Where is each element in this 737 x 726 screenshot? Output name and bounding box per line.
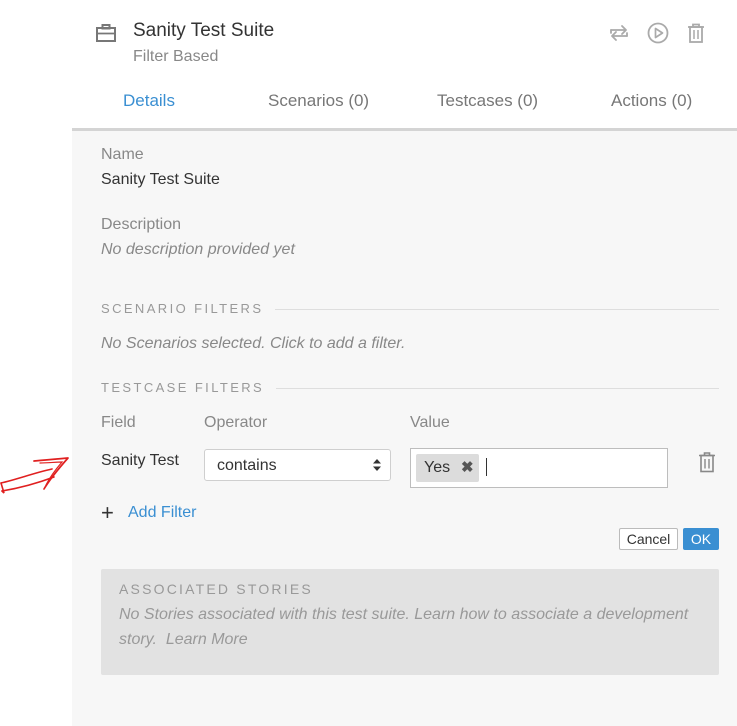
filter-field: Sanity Test (101, 452, 179, 469)
ok-button[interactable]: OK (683, 528, 719, 550)
value-tag-label: Yes (424, 459, 451, 476)
play-icon[interactable] (646, 21, 670, 45)
add-filter-button[interactable]: + Add Filter (101, 502, 211, 524)
column-operator: Operator (204, 414, 268, 431)
operator-select[interactable]: contains (204, 449, 391, 481)
column-value: Value (410, 414, 450, 431)
learn-more-link[interactable]: Learn More (166, 631, 248, 648)
text-caret (486, 458, 487, 476)
sync-icon[interactable] (607, 21, 631, 45)
associated-stories-box: ASSOCIATED STORIES No Stories associated… (101, 569, 719, 675)
operator-value: contains (217, 457, 277, 474)
suite-title: Sanity Test Suite (133, 20, 275, 41)
trash-icon[interactable] (684, 21, 708, 45)
tab-scenarios[interactable]: Scenarios (0) (268, 91, 369, 111)
scenario-filters-empty[interactable]: No Scenarios selected. Click to add a fi… (101, 335, 405, 353)
testcase-filters-heading: TESTCASE FILTERS (101, 380, 277, 395)
associated-stories-heading: ASSOCIATED STORIES (119, 581, 313, 597)
tab-actions[interactable]: Actions (0) (611, 91, 692, 111)
associated-stories-text: No Stories associated with this test sui… (119, 602, 709, 652)
scenario-filters-heading: SCENARIO FILTERS (101, 301, 276, 316)
delete-filter-icon[interactable] (697, 451, 717, 473)
description-value: No description provided yet (101, 241, 295, 258)
value-tag-input[interactable]: Yes ✖ (410, 448, 668, 488)
tab-testcases[interactable]: Testcases (0) (437, 91, 538, 111)
cancel-button[interactable]: Cancel (619, 528, 678, 550)
updown-arrows-icon (373, 459, 381, 471)
tab-details[interactable]: Details (123, 91, 175, 111)
description-label: Description (101, 216, 182, 233)
remove-tag-icon[interactable]: ✖ (461, 458, 474, 476)
value-tag: Yes ✖ (416, 454, 479, 482)
name-value: Sanity Test Suite (101, 171, 220, 188)
briefcase-icon (96, 24, 116, 42)
plus-icon: + (101, 500, 114, 525)
add-filter-label: Add Filter (128, 504, 197, 521)
annotation-arrow-icon (0, 457, 69, 494)
suite-type: Filter Based (133, 48, 219, 65)
name-label: Name (101, 146, 144, 163)
column-field: Field (101, 414, 136, 431)
tab-bar: Details Scenarios (0) Testcases (0) Acti… (72, 91, 737, 128)
